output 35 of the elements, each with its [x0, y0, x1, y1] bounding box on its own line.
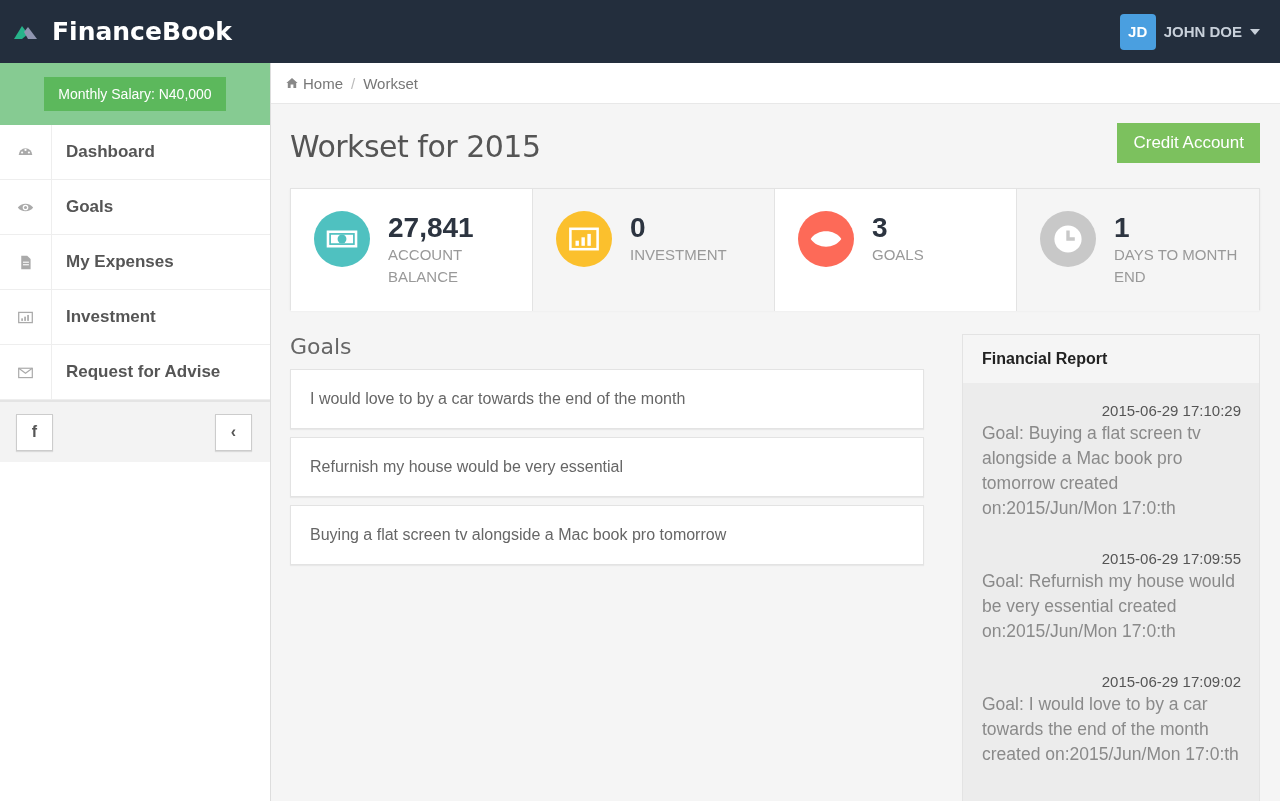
sidebar-item[interactable]: Goals	[0, 180, 270, 235]
user-menu[interactable]: JD JOHN DOE	[1119, 13, 1260, 50]
report-timestamp: 2015-06-29 17:10:29	[1101, 401, 1241, 421]
panel-title: Financial Report	[963, 335, 1259, 383]
stat-value: 27,841	[388, 213, 475, 244]
report-text: Goal: Buying a flat screen tv alongside a Mac book pro tomorrow created on:2015/Jun/Mon 17:0:th	[982, 422, 1202, 520]
report-timestamp: 2015-06-29 17:09:02	[1101, 672, 1241, 692]
collapse-button[interactable]: ‹	[215, 413, 252, 451]
breadcrumb-link[interactable]: Home	[285, 74, 343, 92]
goal-item[interactable]: Refurnish my house would be very essential	[290, 437, 924, 497]
report-timestamp: 2015-06-29 17:09:55	[1101, 549, 1241, 569]
stat-value: 1	[1114, 213, 1131, 244]
goal-item[interactable]: I would love to by a car towards the end of the month	[290, 369, 924, 429]
stat-value: 0	[630, 213, 647, 244]
salary-badge: Monthly Salary: N40,000	[44, 77, 226, 111]
stat-value: 3	[872, 213, 889, 244]
sidebar-item[interactable]: Dashboard	[0, 125, 270, 180]
report-text: Goal: Refurnish my house would be very essential created on:2015/Jun/Mon 17:0:th	[982, 570, 1236, 643]
goal-item[interactable]: Buying a flat screen tv alongside a Mac book pro tomorrow	[290, 505, 924, 565]
stat-label: DAYS TO MONTH END	[1114, 244, 1239, 287]
brand-name[interactable]: FinanceBook	[52, 17, 232, 46]
page-title: Workset for 2015	[290, 128, 541, 164]
stat-label: GOALS	[872, 244, 924, 265]
home-icon	[285, 76, 299, 90]
breadcrumb-separator: /	[351, 74, 356, 92]
report-text: Goal: I would love to by a car towards the end of the month created on:2015/Jun/Mon 17:0:th	[982, 693, 1240, 766]
facebook-button[interactable]: f	[16, 413, 53, 451]
caret-icon	[1250, 28, 1260, 35]
sidebar-item[interactable]: Investment	[0, 290, 270, 345]
stat-label: ACCOUNT BALANCE	[388, 244, 463, 287]
user-avatar: JD	[1119, 13, 1156, 50]
breadcrumb-link[interactable]: Workset	[363, 74, 418, 92]
sidebar-item[interactable]: My Expenses	[0, 235, 270, 290]
goals-heading: Goals	[290, 334, 353, 359]
stat-label: INVESTMENT	[630, 244, 727, 265]
